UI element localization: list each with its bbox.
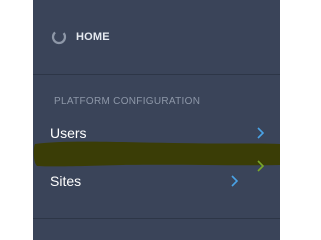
- sidebar-item-label: Sites: [50, 173, 82, 189]
- divider: [33, 74, 280, 75]
- home-label: HOME: [76, 31, 110, 43]
- chevron-right-icon: [257, 160, 264, 172]
- sidebar-item-sites[interactable]: Sites: [50, 170, 270, 192]
- chevron-right-icon: [257, 127, 264, 139]
- sidebar-item-label: Users: [50, 125, 87, 141]
- home-link[interactable]: HOME: [51, 28, 110, 46]
- chevron-right-icon: [231, 175, 238, 187]
- home-spinner-icon: [51, 29, 67, 45]
- screenshot-stage: HOME PLATFORM CONFIGURATION Users Sites: [0, 0, 321, 240]
- section-heading: PLATFORM CONFIGURATION: [54, 96, 201, 107]
- sidebar-item-users[interactable]: Users: [50, 122, 270, 144]
- sidebar-nav: HOME PLATFORM CONFIGURATION Users Sites: [33, 0, 280, 240]
- divider: [33, 218, 280, 219]
